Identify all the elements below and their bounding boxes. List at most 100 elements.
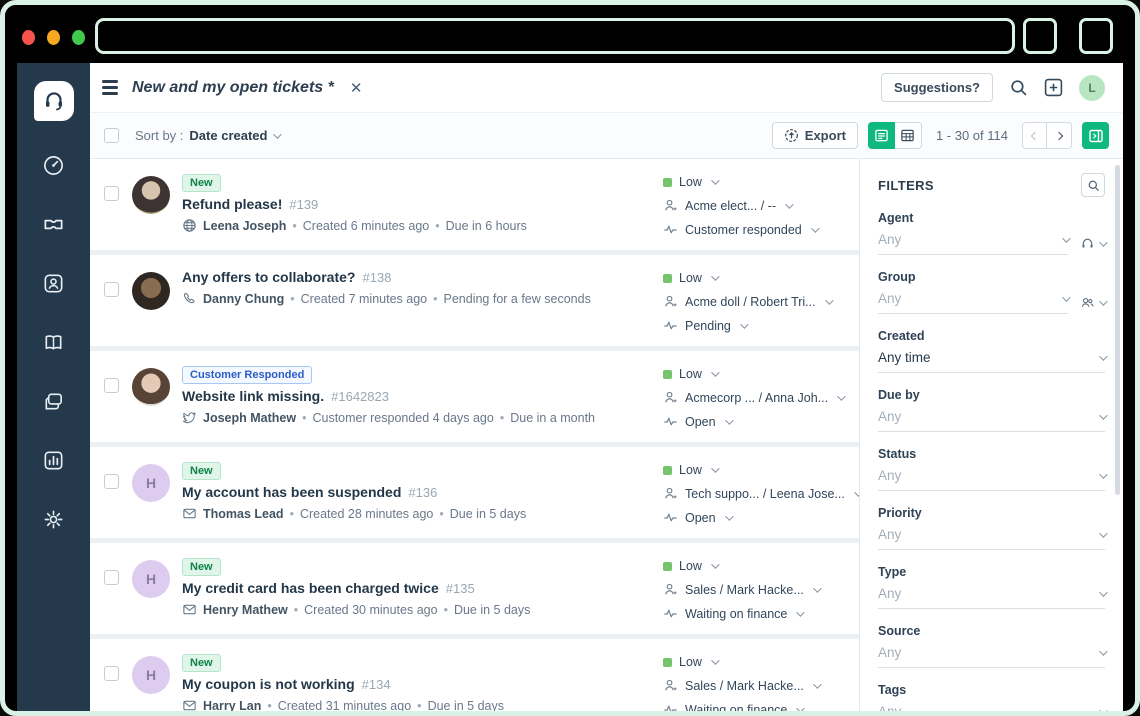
ticket-checkbox[interactable]	[104, 282, 119, 297]
status-dropdown[interactable]: Open	[663, 414, 845, 429]
ticket-title[interactable]: Any offers to collaborate?	[182, 269, 355, 285]
ticket-checkbox[interactable]	[104, 186, 119, 201]
filter-dropdown[interactable]: Any	[878, 291, 1068, 314]
filters-title: FILTERS	[878, 178, 934, 193]
due-text: Due in 5 days	[454, 603, 530, 617]
sidebar-item[interactable]	[32, 379, 76, 423]
ticket-title[interactable]: Website link missing.	[182, 388, 324, 404]
chevron-down-icon	[725, 512, 733, 520]
ticket-row[interactable]: H New My credit card has been charged tw…	[90, 543, 859, 634]
ticket-row[interactable]: H New My account has been suspended #136…	[90, 447, 859, 538]
card-view-button[interactable]	[868, 122, 895, 149]
due-text: Due in 6 hours	[446, 219, 527, 233]
company-agent-dropdown[interactable]: Sales / Mark Hacke...	[663, 678, 845, 693]
new-ticket-icon[interactable]	[1044, 78, 1063, 97]
filter-extra-dropdown[interactable]	[1080, 236, 1105, 251]
priority-dropdown[interactable]: Low	[663, 463, 845, 477]
prev-page-button[interactable]	[1022, 122, 1047, 149]
minimize-window-icon[interactable]	[47, 30, 60, 45]
filter-dropdown[interactable]: Any	[878, 586, 1105, 609]
address-bar[interactable]	[95, 18, 1015, 54]
filter-label: Created	[878, 329, 1105, 343]
sidebar-item[interactable]	[32, 143, 76, 187]
filters-scrollbar[interactable]	[1115, 165, 1120, 495]
status-dropdown[interactable]: Open	[663, 510, 845, 525]
chrome-button-1[interactable]	[1023, 18, 1057, 54]
table-view-button[interactable]	[895, 122, 922, 149]
priority-low-icon	[663, 274, 672, 283]
ticket-title[interactable]: Refund please!	[182, 196, 282, 212]
company-agent-dropdown[interactable]: Acme elect... / --	[663, 198, 845, 213]
sort-dropdown[interactable]: Date created	[189, 128, 279, 143]
search-icon[interactable]	[1009, 78, 1028, 97]
priority-dropdown[interactable]: Low	[663, 271, 845, 285]
ticket-title[interactable]: My credit card has been charged twice	[182, 580, 439, 596]
ticket-properties: Low Acme elect... / -- Customer responde…	[663, 172, 845, 237]
status-badge: New	[182, 174, 221, 192]
requester-avatar: H	[132, 464, 170, 502]
chrome-button-2[interactable]	[1079, 18, 1113, 54]
filter-dropdown[interactable]: Any	[878, 704, 1105, 711]
sidebar-item[interactable]	[32, 320, 76, 364]
ticket-id: #139	[289, 197, 318, 212]
company-agent-dropdown[interactable]: Acmecorp ... / Anna Joh...	[663, 390, 845, 405]
filter-extra-dropdown[interactable]	[1080, 295, 1105, 310]
pulse-icon	[663, 702, 678, 711]
sidebar-item[interactable]	[32, 438, 76, 482]
priority-dropdown[interactable]: Low	[663, 175, 845, 189]
freshdesk-logo[interactable]	[34, 81, 74, 121]
suggestions-button[interactable]: Suggestions?	[881, 73, 993, 102]
ticket-row[interactable]: Customer Responded Website link missing.…	[90, 351, 859, 442]
filter-dropdown[interactable]: Any	[878, 232, 1068, 255]
status-dropdown[interactable]: Customer responded	[663, 222, 845, 237]
ticket-checkbox[interactable]	[104, 570, 119, 585]
ticket-properties: Low Acme doll / Robert Tri... Pending	[663, 268, 845, 333]
ticket-row[interactable]: Any offers to collaborate? #138 Danny Ch…	[90, 255, 859, 346]
priority-dropdown[interactable]: Low	[663, 559, 845, 573]
close-view-icon[interactable]: ✕	[350, 79, 363, 97]
ticket-checkbox[interactable]	[104, 474, 119, 489]
ticket-title[interactable]: My coupon is not working	[182, 676, 355, 692]
ticket-id: #134	[362, 677, 391, 692]
filter-label: Source	[878, 624, 1105, 638]
headset-logo-icon	[41, 88, 67, 114]
collapse-filters-button[interactable]	[1082, 122, 1109, 149]
pulse-icon	[663, 222, 678, 237]
requester-name: Henry Mathew	[203, 603, 288, 617]
close-window-icon[interactable]	[22, 30, 35, 45]
filter-search-button[interactable]	[1081, 173, 1105, 197]
status-dropdown[interactable]: Waiting on finance	[663, 606, 845, 621]
sidebar-item[interactable]	[32, 497, 76, 541]
export-button[interactable]: Export	[772, 122, 858, 149]
sidebar-item[interactable]	[32, 261, 76, 305]
chevron-down-icon	[274, 130, 282, 138]
browser-chrome	[5, 5, 1135, 63]
filter-dropdown[interactable]: Any time	[878, 350, 1105, 373]
status-dropdown[interactable]: Waiting on finance	[663, 702, 845, 711]
ticket-checkbox[interactable]	[104, 666, 119, 681]
filter-dropdown[interactable]: Any	[878, 409, 1105, 432]
ticket-checkbox[interactable]	[104, 378, 119, 393]
ticket-row[interactable]: New Refund please! #139 Leena Joseph • C	[90, 159, 859, 250]
select-all-checkbox[interactable]	[104, 128, 119, 143]
user-avatar[interactable]: L	[1079, 75, 1105, 101]
ticket-title[interactable]: My account has been suspended	[182, 484, 401, 500]
company-agent-dropdown[interactable]: Tech suppo... / Leena Jose...	[663, 486, 845, 501]
ticket-list: New Refund please! #139 Leena Joseph • C	[90, 159, 859, 711]
filter-dropdown[interactable]: Any	[878, 645, 1105, 668]
maximize-window-icon[interactable]	[72, 30, 85, 45]
priority-dropdown[interactable]: Low	[663, 655, 845, 669]
company-agent-dropdown[interactable]: Acme doll / Robert Tri...	[663, 294, 845, 309]
next-page-button[interactable]	[1047, 122, 1072, 149]
view-menu-icon[interactable]	[102, 80, 118, 95]
ticket-row[interactable]: H New My coupon is not working #134 Harr…	[90, 639, 859, 711]
status-dropdown[interactable]: Pending	[663, 318, 845, 333]
filter-dropdown[interactable]: Any	[878, 468, 1105, 491]
sidebar-item[interactable]	[32, 202, 76, 246]
filter-dropdown[interactable]: Any	[878, 527, 1105, 550]
main-area: New and my open tickets * ✕ Suggestions?…	[90, 63, 1123, 711]
requester-name: Leena Joseph	[203, 219, 286, 233]
priority-dropdown[interactable]: Low	[663, 367, 845, 381]
mail-icon	[182, 506, 197, 521]
company-agent-dropdown[interactable]: Sales / Mark Hacke...	[663, 582, 845, 597]
